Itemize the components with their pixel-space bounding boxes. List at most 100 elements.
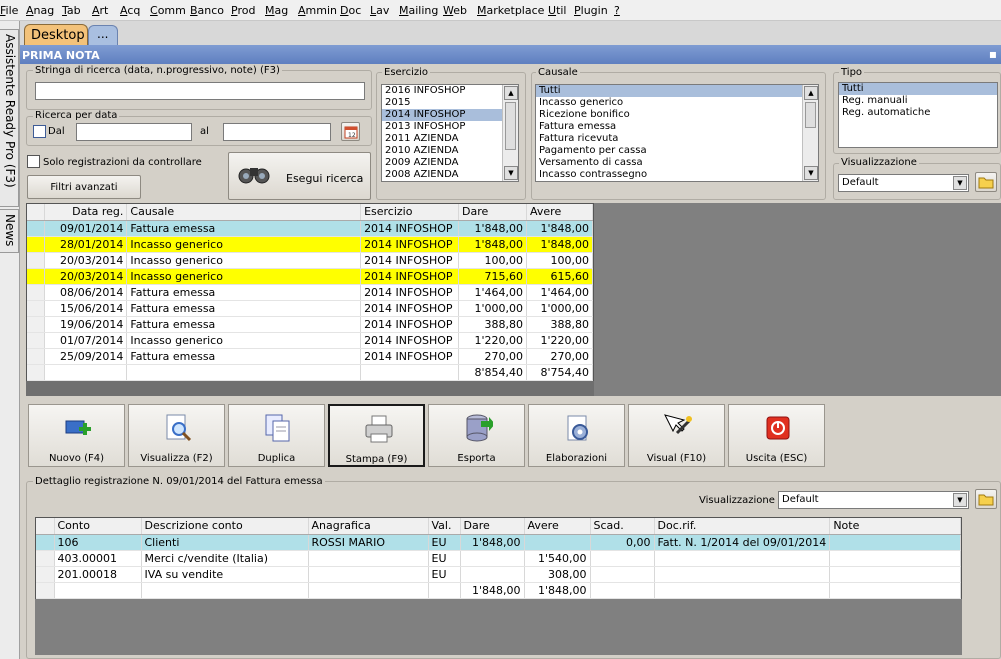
col-header[interactable]: Avere [526,204,593,221]
menu-prod[interactable]: Prod [231,4,255,17]
col-header[interactable]: Esercizio [360,204,460,221]
table-row[interactable]: 403.00001 Merci c/vendite (Italia) EU 1'540… [36,550,961,567]
table-row[interactable]: 01/07/2014 Incasso generico 2014 INFOSHOP 1… [27,332,593,349]
causale-item[interactable]: Ricezione bonifico [536,109,818,121]
menu-help[interactable]: ? [614,4,620,17]
duplica-button[interactable]: Duplica [228,404,325,467]
causale-item[interactable]: Pagamento per cassa [536,145,818,157]
causale-item[interactable]: Incasso contrassegno [536,169,818,181]
scroll-down-icon[interactable]: ▼ [804,166,818,180]
col-header[interactable]: Descrizione conto [141,518,309,535]
window-close-icon[interactable]: ▪ [989,47,997,61]
esercizio-item[interactable]: 2014 INFOSHOP [382,109,518,121]
uscita-button[interactable]: Uscita (ESC) [728,404,825,467]
causale-list[interactable]: Tutti Incasso generico Ricezione bonifico F… [535,84,819,182]
menu-art[interactable]: Art [92,4,108,17]
esercizio-item[interactable]: 2016 INFOSHOP [382,85,518,97]
menu-banco[interactable]: Banco [190,4,224,17]
table-row[interactable]: 08/06/2014 Fattura emessa 2014 INFOSHOP 1'4… [27,284,593,301]
col-header[interactable]: Avere [524,518,591,535]
col-header[interactable]: Dare [458,204,527,221]
menu-web[interactable]: Web [443,4,467,17]
tab-more[interactable]: ... [88,25,118,45]
col-header[interactable]: Anagrafica [308,518,429,535]
nuovo-button[interactable]: Nuovo (F4) [28,404,125,467]
menu-util[interactable]: Util [548,4,567,17]
detail-visualizzazione-select[interactable]: Default ▼ [778,491,969,509]
dal-checkbox[interactable] [33,125,46,138]
al-date-input[interactable] [223,123,331,141]
table-row[interactable]: 19/06/2014 Fattura emessa 2014 INFOSHOP 388… [27,316,593,333]
causale-item[interactable]: Incasso generico [536,97,818,109]
scroll-up-icon[interactable]: ▲ [504,86,518,100]
visualizzazione-select[interactable]: Default ▼ [838,174,969,192]
col-header[interactable]: Note [829,518,961,535]
tipo-item[interactable]: Reg. manuali [839,95,997,107]
menu-mailing[interactable]: Mailing [399,4,438,17]
visualizza-button[interactable]: Visualizza (F2) [128,404,225,467]
scroll-thumb[interactable] [805,102,816,128]
causale-item[interactable]: Versamento di cassa [536,157,818,169]
menu-lav[interactable]: Lav [370,4,389,17]
tab-news[interactable]: News [0,209,19,253]
col-header[interactable]: Scad. [590,518,655,535]
table-row[interactable]: 20/03/2014 Incasso generico 2014 INFOSHOP 1… [27,252,593,269]
esercizio-item[interactable]: 2010 AZIENDA [382,145,518,157]
scroll-down-icon[interactable]: ▼ [504,166,518,180]
menu-marketplace[interactable]: Marketplace [477,4,544,17]
solo-checkbox[interactable] [27,155,40,168]
col-header[interactable]: Dare [460,518,525,535]
esercizio-item[interactable]: 2011 AZIENDA [382,133,518,145]
calendar-button[interactable]: 12 [341,122,360,141]
esercizio-item[interactable]: 2015 [382,97,518,109]
menu-ammin[interactable]: Ammin [298,4,337,17]
tab-desktop[interactable]: Desktop [24,24,88,45]
esporta-button[interactable]: Esporta [428,404,525,467]
esercizio-item[interactable]: 2009 AZIENDA [382,157,518,169]
folder-button[interactable] [975,172,997,192]
causale-scrollbar[interactable]: ▲ ▼ [802,85,818,181]
table-row[interactable]: 28/01/2014 Incasso generico 2014 INFOSHOP 1… [27,236,593,253]
menu-anag[interactable]: Anag [26,4,54,17]
main-table[interactable]: Data reg. Causale Esercizio Dare Avere 0… [26,203,594,381]
stampa-button[interactable]: Stampa (F9) [328,404,425,467]
menu-acq[interactable]: Acq [120,4,140,17]
table-row[interactable]: 201.00018 IVA su vendite EU 308,00 [36,566,961,583]
chevron-down-icon[interactable]: ▼ [953,176,967,190]
col-header[interactable]: Val. [428,518,461,535]
col-header[interactable]: Conto [54,518,142,535]
esercizio-item[interactable]: 2013 INFOSHOP [382,121,518,133]
visual-button[interactable]: Visual (F10) [628,404,725,467]
table-row[interactable]: 15/06/2014 Fattura emessa 2014 INFOSHOP 1'0… [27,300,593,317]
menu-plugin[interactable]: Plugin [574,4,608,17]
menu-file[interactable]: File [0,4,18,17]
causale-item[interactable]: Tutti [536,85,818,97]
elaborazioni-button[interactable]: Elaborazioni [528,404,625,467]
table-row[interactable]: 106 Clienti ROSSI MARIO EU 1'848,00 0,00 Fatt.… [36,534,961,551]
filtri-avanzati-button[interactable]: Filtri avanzati [27,175,141,199]
esercizio-list[interactable]: 2016 INFOSHOP 2015 2014 INFOSHOP 2013 INFOS… [381,84,519,182]
dal-date-input[interactable] [76,123,192,141]
scroll-thumb[interactable] [505,102,516,150]
menu-comm[interactable]: Comm [150,4,186,17]
scroll-up-icon[interactable]: ▲ [804,86,818,100]
tipo-item[interactable]: Tutti [839,83,997,95]
tipo-list[interactable]: Tutti Reg. manuali Reg. automatiche [838,82,998,148]
esegui-ricerca-button[interactable]: Esegui ricerca [228,152,371,200]
causale-item[interactable]: Fattura emessa [536,121,818,133]
esercizio-item[interactable]: 2008 AZIENDA [382,169,518,181]
detail-table[interactable]: Conto Descrizione conto Anagrafica Val. … [35,517,962,599]
chevron-down-icon[interactable]: ▼ [953,493,967,507]
esercizio-scrollbar[interactable]: ▲ ▼ [502,85,518,181]
tipo-item[interactable]: Reg. automatiche [839,107,997,119]
table-row[interactable]: 09/01/2014 Fattura emessa 2014 INFOSHOP 1'8… [27,220,593,237]
col-header[interactable]: Doc.rif. [654,518,831,535]
table-row[interactable]: 20/03/2014 Incasso generico 2014 INFOSHOP 7… [27,268,593,285]
menu-mag[interactable]: Mag [265,4,288,17]
col-header[interactable]: Data reg. [44,204,128,221]
causale-item[interactable]: Fattura ricevuta [536,133,818,145]
menu-tab[interactable]: Tab [62,4,81,17]
detail-folder-button[interactable] [975,489,997,509]
menu-doc[interactable]: Doc [340,4,361,17]
search-input[interactable] [35,82,365,100]
